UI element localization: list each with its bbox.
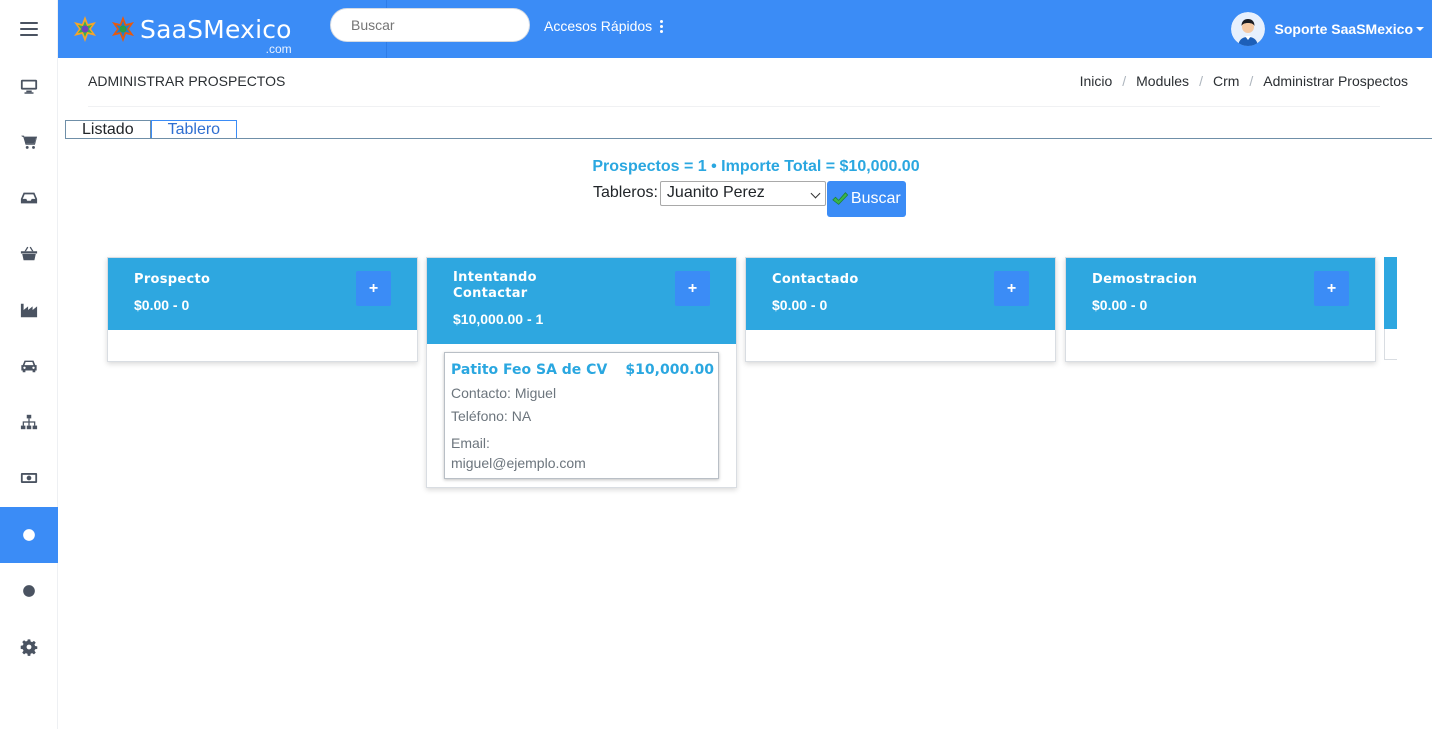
add-prospect-button[interactable]: + bbox=[1314, 271, 1349, 306]
column-body: Patito Feo SA de CV $10,000.00 Contacto:… bbox=[427, 352, 736, 479]
column-body bbox=[1384, 329, 1397, 360]
tab-tablero[interactable]: Tablero bbox=[150, 120, 238, 139]
sidebar-item-settings[interactable] bbox=[0, 619, 58, 675]
header-divider bbox=[88, 106, 1380, 107]
column-title: Intentando Contactar bbox=[453, 270, 537, 301]
card-email: Email: miguel@ejemplo.com bbox=[451, 433, 714, 473]
board-select-label: Tableros: bbox=[593, 184, 658, 201]
sidebar-item-organization[interactable] bbox=[0, 394, 58, 450]
card-email-value: miguel@ejemplo.com bbox=[451, 455, 586, 471]
plus-icon: + bbox=[1326, 279, 1337, 297]
breadcrumb-crm[interactable]: Crm bbox=[1213, 73, 1239, 89]
column-amount: $10,000.00 - 1 bbox=[453, 311, 544, 327]
sidebar-item-finance[interactable] bbox=[0, 450, 58, 506]
logo-star-icon bbox=[74, 16, 96, 42]
page-title: ADMINISTRAR PROSPECTOS bbox=[88, 73, 286, 89]
user-name: Soporte SaaSMexico bbox=[1274, 21, 1414, 37]
logo-star-icon-2 bbox=[112, 16, 134, 42]
search-button-label: Buscar bbox=[850, 190, 901, 207]
sidebar-item-inbox[interactable] bbox=[0, 170, 58, 226]
card-amount: $10,000.00 bbox=[625, 362, 714, 378]
board-column-next-clipped bbox=[1384, 257, 1397, 361]
sidebar-item-dashboard[interactable] bbox=[0, 58, 58, 114]
add-prospect-button[interactable]: + bbox=[994, 271, 1029, 306]
caret-down-icon bbox=[1416, 27, 1424, 31]
user-avatar-icon bbox=[1230, 12, 1265, 46]
check-icon bbox=[832, 192, 849, 205]
plus-icon: + bbox=[1006, 279, 1017, 297]
board-column-intentando-contactar: Intentando Contactar $10,000.00 - 1 + Pa… bbox=[426, 257, 737, 488]
card-phone: Teléfono: NA bbox=[451, 408, 532, 424]
breadcrumb: Inicio / Modules / Crm / Administrar Pro… bbox=[1080, 73, 1408, 89]
column-header bbox=[1384, 257, 1397, 329]
sidebar-item-purchases[interactable] bbox=[0, 226, 58, 282]
hamburger-icon bbox=[20, 22, 38, 36]
search-button[interactable]: Buscar bbox=[826, 181, 906, 217]
column-header: Contactado $0.00 - 0 + bbox=[746, 258, 1055, 330]
view-tabs: Listado Tablero bbox=[65, 120, 238, 139]
gear-icon bbox=[20, 639, 38, 656]
quick-access-label: Accesos Rápidos bbox=[544, 18, 653, 34]
breadcrumb-separator: / bbox=[1249, 73, 1254, 89]
user-menu[interactable]: Soporte SaaSMexico bbox=[1230, 12, 1424, 46]
column-header: Intentando Contactar $10,000.00 - 1 + bbox=[427, 258, 736, 344]
board-select[interactable]: Juanito Perez bbox=[659, 181, 826, 206]
column-body bbox=[108, 330, 417, 361]
board-column-demostracion: Demostracion $0.00 - 0 + bbox=[1065, 257, 1376, 362]
column-header: Demostracion $0.00 - 0 + bbox=[1066, 258, 1375, 330]
brand-name: SaaSMexico bbox=[140, 14, 292, 44]
cart-icon bbox=[20, 135, 38, 149]
tab-listado[interactable]: Listado bbox=[65, 120, 151, 139]
board-select-value: Juanito Perez bbox=[666, 184, 765, 201]
monitor-icon bbox=[20, 79, 38, 94]
breadcrumb-modules[interactable]: Modules bbox=[1136, 73, 1189, 89]
sidebar bbox=[0, 0, 58, 729]
chevron-down-icon bbox=[810, 188, 821, 199]
tabs-divider bbox=[65, 138, 1432, 139]
add-prospect-button[interactable]: + bbox=[675, 271, 710, 306]
column-body bbox=[1066, 330, 1375, 361]
basket-icon bbox=[20, 246, 38, 261]
sidebar-item-production[interactable] bbox=[0, 282, 58, 338]
breadcrumb-separator: / bbox=[1199, 73, 1203, 89]
summary-text: Prospectos = 1 • Importe Total = $10,000… bbox=[592, 158, 920, 175]
board-column-contactado: Contactado $0.00 - 0 + bbox=[745, 257, 1056, 362]
brand-wordmark: SaaSMexico .com bbox=[140, 14, 292, 56]
circle-icon bbox=[23, 529, 35, 541]
column-header: Prospecto $0.00 - 0 + bbox=[108, 258, 417, 330]
search-input[interactable] bbox=[330, 8, 530, 42]
sidebar-item-vehicles[interactable] bbox=[0, 338, 58, 394]
breadcrumb-inicio[interactable]: Inicio bbox=[1080, 73, 1113, 89]
money-icon bbox=[20, 473, 38, 483]
brand-suffix: .com bbox=[265, 41, 292, 56]
sitemap-icon bbox=[20, 414, 38, 430]
board-column-prospecto: Prospecto $0.00 - 0 + bbox=[107, 257, 418, 362]
plus-icon: + bbox=[687, 279, 698, 297]
circle-icon bbox=[23, 585, 35, 597]
card-email-label: Email: bbox=[451, 435, 490, 451]
sidebar-item-module[interactable] bbox=[0, 563, 58, 619]
kebab-icon bbox=[660, 19, 664, 33]
car-icon bbox=[21, 360, 37, 373]
breadcrumb-current: Administrar Prospectos bbox=[1263, 73, 1408, 89]
factory-icon bbox=[20, 303, 38, 318]
prospect-card[interactable]: Patito Feo SA de CV $10,000.00 Contacto:… bbox=[444, 352, 719, 479]
card-header: Patito Feo SA de CV $10,000.00 bbox=[451, 362, 714, 378]
add-prospect-button[interactable]: + bbox=[356, 271, 391, 306]
column-body bbox=[746, 330, 1055, 361]
card-contact: Contacto: Miguel bbox=[451, 385, 557, 401]
avatar bbox=[1230, 12, 1265, 46]
top-navbar: SaaSMexico .com bbox=[58, 0, 1432, 58]
inbox-icon bbox=[20, 192, 38, 204]
sidebar-item-crm[interactable] bbox=[0, 507, 58, 563]
breadcrumb-separator: / bbox=[1122, 73, 1127, 89]
hamburger-menu-button[interactable] bbox=[0, 0, 58, 58]
board-filter: Tableros: Juanito Perez Buscar bbox=[593, 181, 906, 217]
quick-access-menu[interactable]: Accesos Rápidos bbox=[544, 18, 664, 34]
plus-icon: + bbox=[368, 279, 379, 297]
card-company[interactable]: Patito Feo SA de CV bbox=[451, 362, 607, 378]
